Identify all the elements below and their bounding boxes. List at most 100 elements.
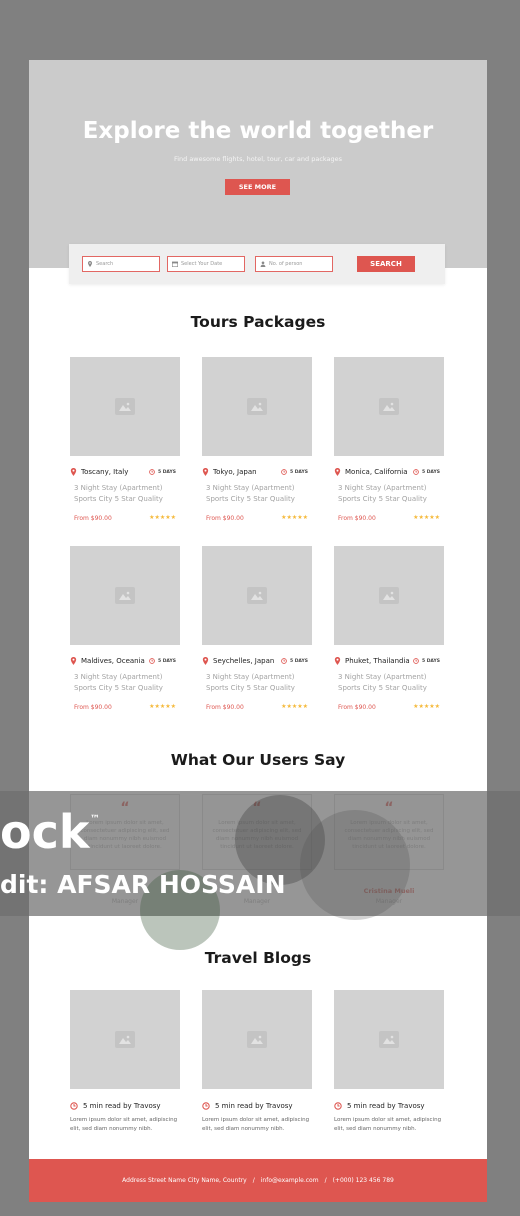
watermark-text: ock xyxy=(0,805,90,859)
location-pin-icon xyxy=(334,468,341,476)
tour-location: Phuket, Thailandia xyxy=(334,657,410,665)
search-input[interactable]: Search xyxy=(82,256,160,272)
tour-desc-line: Sports City 5 Star Quality xyxy=(74,684,163,692)
tour-location-label: Seychelles, Japan xyxy=(213,657,275,665)
tour-description: 3 Night Stay (Apartment) Sports City 5 St… xyxy=(74,483,180,505)
watermark-shape xyxy=(300,810,410,920)
clock-icon xyxy=(202,1102,210,1110)
tours-title: Tours Packages xyxy=(190,313,326,331)
blog-excerpt: Lorem ipsum dolor sit amet, adipiscing e… xyxy=(202,1117,310,1132)
blog-image[interactable] xyxy=(70,990,180,1089)
footer: Address Street Name City Name, Country /… xyxy=(29,1159,487,1202)
tour-days-label: 5 DAYS xyxy=(158,658,176,664)
tour-duration: 5 DAYS xyxy=(413,469,440,475)
tour-image[interactable] xyxy=(202,357,312,456)
tour-price: From $90.00 xyxy=(338,515,376,522)
see-more-button[interactable]: SEE MORE xyxy=(225,179,290,195)
tour-desc-line: Sports City 5 Star Quality xyxy=(206,495,295,503)
clock-icon xyxy=(149,469,155,475)
blog-image[interactable] xyxy=(334,990,444,1089)
tour-image[interactable] xyxy=(202,546,312,645)
image-placeholder-icon xyxy=(115,1031,135,1048)
tour-days-label: 5 DAYS xyxy=(422,469,440,475)
location-pin-icon xyxy=(334,657,341,665)
clock-icon xyxy=(281,658,287,664)
clock-icon xyxy=(281,469,287,475)
blog-read-label: 5 min read by Travosy xyxy=(83,1102,161,1110)
watermark-credit: dit: AFSAR HOSSAIN xyxy=(0,870,286,899)
footer-address: Address Street Name City Name, Country xyxy=(122,1177,247,1184)
tour-desc-line: 3 Night Stay (Apartment) xyxy=(206,484,295,492)
tour-desc-line: Sports City 5 Star Quality xyxy=(338,684,427,692)
tour-image[interactable] xyxy=(334,546,444,645)
clock-icon xyxy=(70,1102,78,1110)
tour-days-label: 5 DAYS xyxy=(158,469,176,475)
footer-separator: / xyxy=(252,1177,255,1184)
tour-image[interactable] xyxy=(70,357,180,456)
persons-input[interactable]: No. of person xyxy=(255,256,333,272)
blog-excerpt: Lorem ipsum dolor sit amet, adipiscing e… xyxy=(334,1117,442,1132)
watermark-trademark: ™ xyxy=(90,814,100,825)
image-placeholder-icon xyxy=(247,587,267,604)
tour-location: Monica, California xyxy=(334,468,408,476)
image-placeholder-icon xyxy=(115,587,135,604)
tour-days-label: 5 DAYS xyxy=(290,469,308,475)
footer-email[interactable]: info@example.com xyxy=(261,1177,319,1184)
blog-image[interactable] xyxy=(202,990,312,1089)
image-placeholder-icon xyxy=(115,398,135,415)
date-input[interactable]: Select Your Date xyxy=(167,256,245,272)
tour-description: 3 Night Stay (Apartment) Sports City 5 St… xyxy=(338,672,444,694)
page-canvas: Explore the world together Find awesome … xyxy=(29,60,487,1202)
search-button[interactable]: SEARCH xyxy=(357,256,415,272)
tour-location-label: Tokyo, Japan xyxy=(213,468,257,476)
tour-rating: ★★★★★ xyxy=(149,514,176,521)
blog-read-time: 5 min read by Travosy xyxy=(202,1102,293,1110)
image-placeholder-icon xyxy=(379,398,399,415)
date-placeholder: Select Your Date xyxy=(181,261,223,267)
blog-read-label: 5 min read by Travosy xyxy=(347,1102,425,1110)
tour-desc-line: 3 Night Stay (Apartment) xyxy=(338,484,427,492)
search-placeholder: Search xyxy=(96,261,114,267)
tour-location: Maldives, Oceania xyxy=(70,657,145,665)
person-icon xyxy=(260,261,266,267)
tour-price: From $90.00 xyxy=(74,515,112,522)
blog-excerpt: Lorem ipsum dolor sit amet, adipiscing e… xyxy=(70,1117,178,1132)
tour-location-label: Phuket, Thailandia xyxy=(345,657,410,665)
footer-separator: / xyxy=(324,1177,327,1184)
image-placeholder-icon xyxy=(247,398,267,415)
tour-desc-line: Sports City 5 Star Quality xyxy=(206,684,295,692)
hero-subtitle: Find awesome flights, hotel, tour, car a… xyxy=(173,155,343,163)
tour-desc-line: 3 Night Stay (Apartment) xyxy=(74,484,163,492)
tour-image[interactable] xyxy=(70,546,180,645)
tour-duration: 5 DAYS xyxy=(149,658,176,664)
tour-description: 3 Night Stay (Apartment) Sports City 5 St… xyxy=(206,483,312,505)
tour-price: From $90.00 xyxy=(206,515,244,522)
location-pin-icon xyxy=(202,468,209,476)
testimonials-title: What Our Users Say xyxy=(170,751,346,769)
blog-read-time: 5 min read by Travosy xyxy=(70,1102,161,1110)
tour-desc-line: Sports City 5 Star Quality xyxy=(74,495,163,503)
search-bar: Search Select Your Date No. of person SE… xyxy=(69,244,445,284)
tour-desc-line: 3 Night Stay (Apartment) xyxy=(338,673,427,681)
blogs-title: Travel Blogs xyxy=(204,949,312,967)
tour-location-label: Maldives, Oceania xyxy=(81,657,145,665)
tour-location-label: Toscany, Italy xyxy=(81,468,129,476)
tour-price: From $90.00 xyxy=(338,704,376,711)
clock-icon xyxy=(413,469,419,475)
tour-duration: 5 DAYS xyxy=(149,469,176,475)
tour-location: Toscany, Italy xyxy=(70,468,128,476)
image-placeholder-icon xyxy=(379,1031,399,1048)
footer-phone[interactable]: (+000) 123 456 789 xyxy=(333,1177,394,1184)
image-placeholder-icon xyxy=(247,1031,267,1048)
tour-location: Tokyo, Japan xyxy=(202,468,257,476)
tour-rating: ★★★★★ xyxy=(413,703,440,710)
tour-description: 3 Night Stay (Apartment) Sports City 5 St… xyxy=(206,672,312,694)
clock-icon xyxy=(413,658,419,664)
clock-icon xyxy=(149,658,155,664)
tour-duration: 5 DAYS xyxy=(281,469,308,475)
tour-days-label: 5 DAYS xyxy=(422,658,440,664)
persons-placeholder: No. of person xyxy=(269,261,303,267)
hero-title: Explore the world together xyxy=(82,118,434,144)
tour-desc-line: Sports City 5 Star Quality xyxy=(338,495,427,503)
tour-image[interactable] xyxy=(334,357,444,456)
